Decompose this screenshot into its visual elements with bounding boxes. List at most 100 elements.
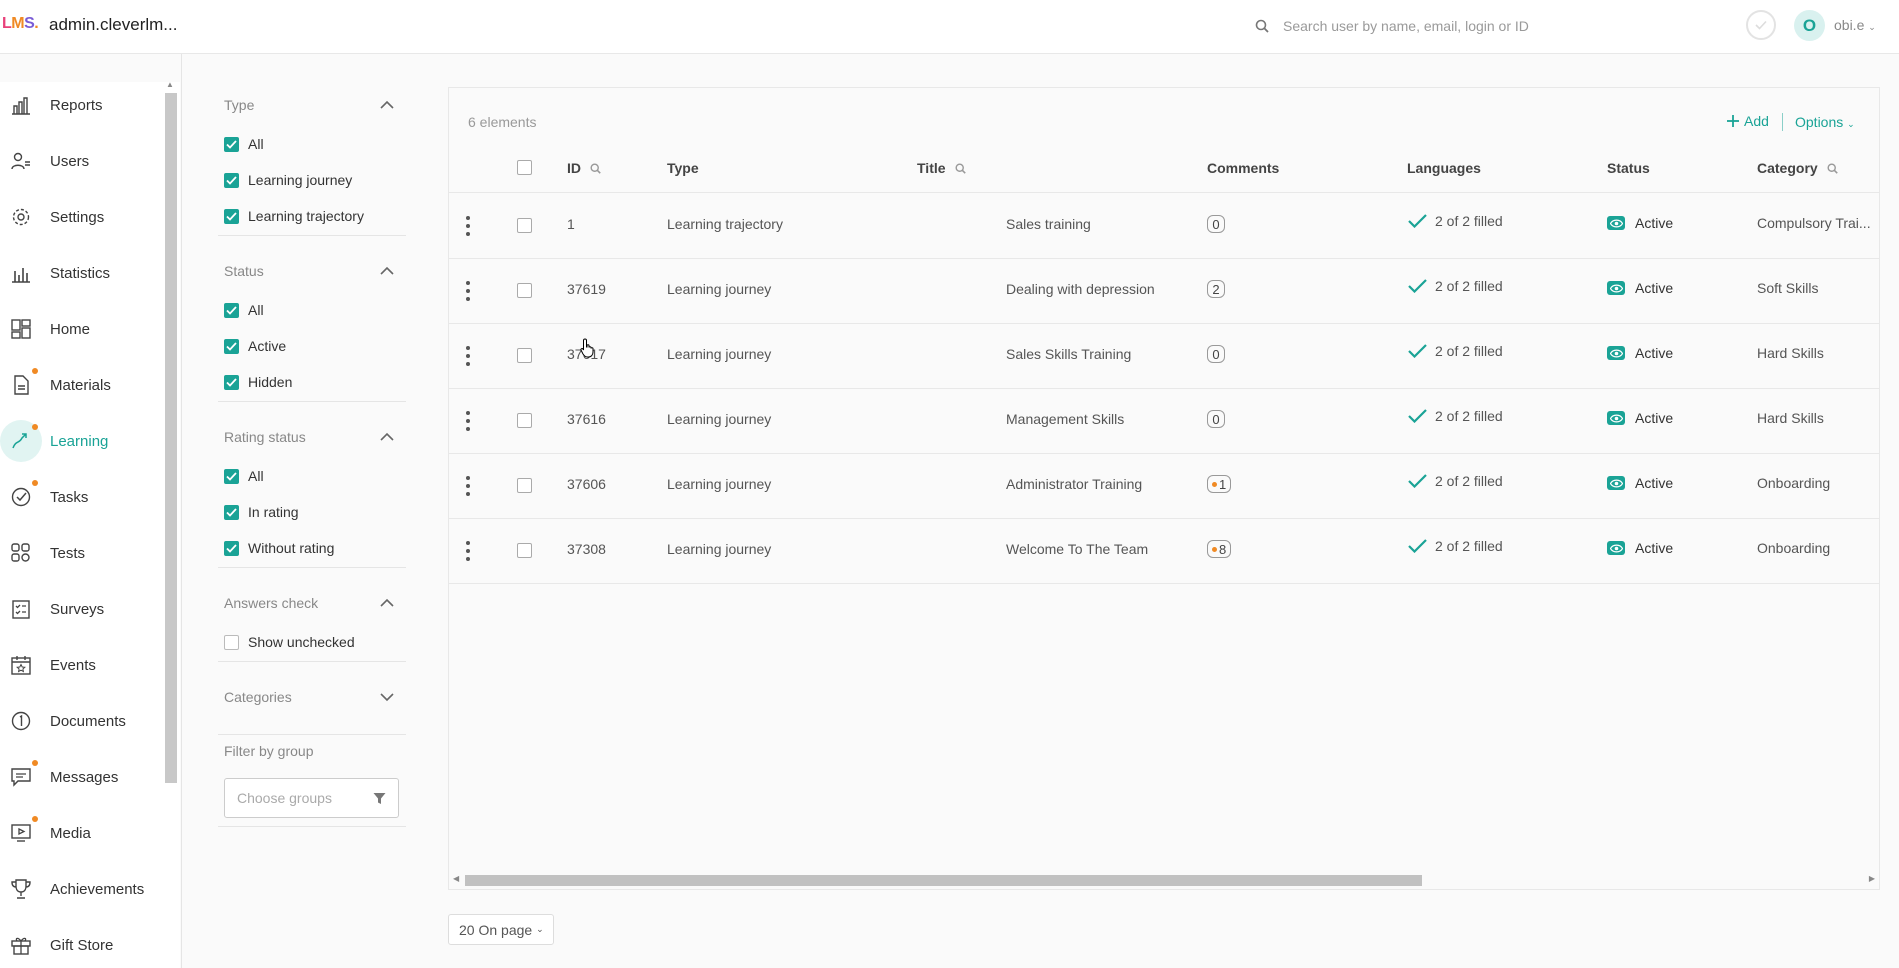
filter-option-rating-all[interactable]: All <box>224 468 264 484</box>
row-menu-icon[interactable] <box>466 411 470 431</box>
sidebar-item-reports[interactable]: Reports <box>0 83 165 127</box>
checkbox[interactable] <box>224 136 239 152</box>
search-bar[interactable] <box>1255 14 1655 38</box>
select-all-checkbox[interactable] <box>517 160 532 175</box>
column-header-comments[interactable]: Comments <box>1207 160 1279 176</box>
checkbox[interactable] <box>224 374 239 390</box>
filter-categories-title[interactable]: Categories <box>224 689 292 705</box>
checkbox[interactable] <box>224 208 239 224</box>
chevron-up-icon[interactable] <box>380 266 394 275</box>
row-menu-icon[interactable] <box>466 541 470 561</box>
options-button[interactable]: Options ⌄ <box>1795 114 1855 130</box>
sidebar-item-tasks[interactable]: Tasks <box>0 475 165 519</box>
sidebar-item-statistics[interactable]: Statistics <box>0 251 165 295</box>
sidebar-item-gift-store[interactable]: Gift Store <box>0 923 165 967</box>
search-icon[interactable] <box>590 162 601 174</box>
row-menu-icon[interactable] <box>466 476 470 496</box>
column-header-languages[interactable]: Languages <box>1407 160 1481 176</box>
comments-badge[interactable]: 2 <box>1207 280 1225 298</box>
filter-option-status-active[interactable]: Active <box>224 338 286 354</box>
cell-title[interactable]: Administrator Training <box>1006 476 1142 492</box>
checkbox[interactable] <box>224 338 239 354</box>
sidebar-item-tests[interactable]: Tests <box>0 531 165 575</box>
table-row[interactable]: 37606 Learning journey Administrator Train… <box>449 453 1879 519</box>
comments-badge[interactable]: 0 <box>1207 410 1225 428</box>
sidebar-item-media[interactable]: Media <box>0 811 165 855</box>
scroll-right-arrow[interactable]: ▶ <box>1869 874 1875 883</box>
column-header-status[interactable]: Status <box>1607 160 1650 176</box>
tasks-check-button[interactable] <box>1746 10 1776 40</box>
sidebar-item-messages[interactable]: Messages <box>0 755 165 799</box>
column-header-title[interactable]: Title <box>917 160 966 176</box>
row-menu-icon[interactable] <box>466 216 470 236</box>
row-checkbox[interactable] <box>517 348 532 363</box>
scroll-up-arrow[interactable]: ▲ <box>166 80 174 89</box>
comments-badge[interactable]: 0 <box>1207 215 1225 233</box>
choose-groups-input[interactable]: Choose groups <box>224 778 399 818</box>
table-row[interactable]: 1 Learning trajectory Sales training 0 2 of … <box>449 193 1879 259</box>
cell-title[interactable]: Welcome To The Team <box>1006 541 1148 557</box>
filter-option-answers-show-unchecked[interactable]: Show unchecked <box>224 634 355 650</box>
domain-name[interactable]: admin.cleverlm... <box>49 15 177 35</box>
filter-icon[interactable] <box>373 792 386 805</box>
checkbox[interactable] <box>224 302 239 318</box>
row-checkbox[interactable] <box>517 478 532 493</box>
sidebar-item-achievements[interactable]: Achievements <box>0 867 165 911</box>
search-icon[interactable] <box>955 162 966 174</box>
sidebar-item-settings[interactable]: Settings <box>0 195 165 239</box>
sidebar-item-users[interactable]: Users <box>0 139 165 183</box>
column-header-type[interactable]: Type <box>667 160 699 176</box>
add-button[interactable]: Add <box>1726 113 1769 129</box>
filter-option-status-all[interactable]: All <box>224 302 264 318</box>
search-input[interactable] <box>1281 17 1645 35</box>
column-header-category[interactable]: Category <box>1757 160 1838 176</box>
table-row[interactable]: 37308 Learning journey Welcome To The Team… <box>449 518 1879 584</box>
horizontal-scrollbar[interactable]: ◀ ▶ <box>449 872 1879 888</box>
filter-option-type-learning-trajectory[interactable]: Learning trajectory <box>224 208 364 224</box>
chevron-up-icon[interactable] <box>380 432 394 441</box>
cell-title[interactable]: Dealing with depression <box>1006 281 1155 297</box>
user-menu[interactable]: obi.e ⌄ <box>1834 17 1876 33</box>
search-icon[interactable] <box>1827 162 1838 174</box>
row-checkbox[interactable] <box>517 543 532 558</box>
checkbox[interactable] <box>224 172 239 188</box>
row-checkbox[interactable] <box>517 413 532 428</box>
row-checkbox[interactable] <box>517 218 532 233</box>
cell-title[interactable]: Sales training <box>1006 216 1091 232</box>
sidebar-item-documents[interactable]: Documents <box>0 699 165 743</box>
row-checkbox[interactable] <box>517 283 532 298</box>
comments-badge[interactable]: 1 <box>1207 475 1232 493</box>
row-menu-icon[interactable] <box>466 346 470 366</box>
sidebar-item-surveys[interactable]: Surveys <box>0 587 165 631</box>
checkbox[interactable] <box>224 634 239 650</box>
checkbox[interactable] <box>224 540 239 556</box>
filter-option-rating-without-rating[interactable]: Without rating <box>224 540 334 556</box>
cell-title[interactable]: Management Skills <box>1006 411 1124 427</box>
table-row[interactable]: 37617Learning journeySales Skills Traini… <box>449 323 1879 389</box>
avatar[interactable]: O <box>1794 10 1825 41</box>
filter-option-status-hidden[interactable]: Hidden <box>224 374 292 390</box>
comments-badge[interactable]: 8 <box>1207 540 1232 558</box>
checkbox[interactable] <box>224 468 239 484</box>
checkbox[interactable] <box>224 504 239 520</box>
sidebar-item-home[interactable]: Home <box>0 307 165 351</box>
chevron-down-icon[interactable] <box>380 693 394 702</box>
sidebar-item-materials[interactable]: Materials <box>0 363 165 407</box>
filter-option-rating-in-rating[interactable]: In rating <box>224 504 299 520</box>
chevron-up-icon[interactable] <box>380 598 394 607</box>
table-row[interactable]: 37619 Learning journey Dealing with depres… <box>449 258 1879 324</box>
scrollbar-thumb[interactable] <box>465 875 1422 886</box>
sidebar-item-learning[interactable]: Learning <box>0 419 165 463</box>
sidebar-scrollbar[interactable] <box>165 93 177 783</box>
sidebar-item-events[interactable]: Events <box>0 643 165 687</box>
filter-option-type-all[interactable]: All <box>224 136 264 152</box>
scroll-left-arrow[interactable]: ◀ <box>453 874 459 883</box>
cell-title[interactable]: Sales Skills Training <box>1006 346 1131 362</box>
comments-badge[interactable]: 0 <box>1207 345 1225 363</box>
chevron-up-icon[interactable] <box>380 100 394 109</box>
filter-option-type-learning-journey[interactable]: Learning journey <box>224 172 352 188</box>
column-header-id[interactable]: ID <box>567 160 601 176</box>
row-menu-icon[interactable] <box>466 281 470 301</box>
per-page-select[interactable]: 20 On page ⌄ <box>448 914 554 945</box>
table-row[interactable]: 37616 Learning journey Management Skills 0 2… <box>449 388 1879 454</box>
